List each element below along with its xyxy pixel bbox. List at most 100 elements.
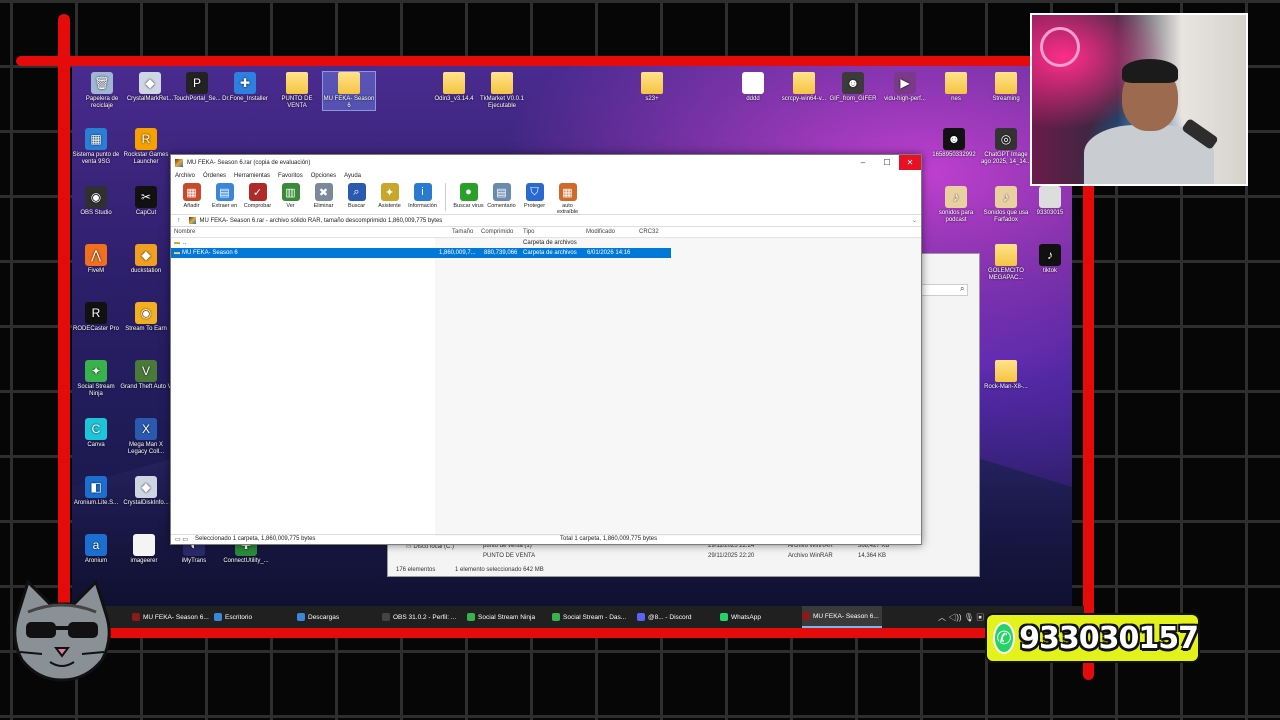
desktop-icon-stream-to-earn[interactable]: ◉ Stream To Earn <box>120 302 172 333</box>
taskbar-item-7[interactable]: WhatsApp <box>720 606 800 628</box>
desktop-icon-punto-de-venta[interactable]: PUNTO DE VENTA <box>271 72 323 110</box>
desktop-icon-1658950332992[interactable]: ☻ 1658950332992 <box>928 128 980 159</box>
toolbar-button-1[interactable]: ▤ Extraer en <box>208 183 241 209</box>
taskbar-item-0[interactable]: MU FEKA- Season 6... <box>132 606 212 628</box>
desktop-icon-s23[interactable]: s23+ <box>626 72 678 103</box>
desktop-icon-tiktok[interactable]: ♪ tiktok <box>1024 244 1072 275</box>
app-icon: ◉ <box>135 302 157 324</box>
column-modified[interactable]: Modificado <box>586 229 615 235</box>
toolbar-button-2[interactable]: ✓ Comprobar <box>241 183 274 209</box>
desktop-icon-touchportal-se[interactable]: P TouchPortal_Se... <box>171 72 223 103</box>
chevron-down-icon[interactable]: ⌄ <box>912 217 917 224</box>
desktop-icon-capcut[interactable]: ✂ CapCut <box>120 186 172 217</box>
toolbar-label: Buscar virus <box>453 203 484 209</box>
column-name[interactable]: Nombre <box>174 229 195 235</box>
list-item[interactable]: ▬ .. Carpeta de archivos <box>171 238 921 248</box>
desktop-icon-label: 1658950332992 <box>932 152 976 158</box>
toolbar-button-11[interactable]: ▦ auto extraíble <box>551 183 584 215</box>
taskbar-item-5[interactable]: Social Stream - Das... <box>552 606 632 628</box>
desktop-icon-tkmarket-v0-0-1-ejecutable[interactable]: TkMarket V0.0.1 Ejecutable <box>476 72 528 110</box>
toolbar-button-4[interactable]: ✖ Eliminar <box>307 183 340 209</box>
desktop-icon-rodecaster-pro[interactable]: R RODECaster Pro <box>72 302 122 333</box>
desktop-icon-papelera-de-reciclaje[interactable]: 🗑 Papelera de reciclaje <box>76 72 128 110</box>
toolbar-button-7[interactable]: i Información <box>406 183 439 209</box>
menu-item-3[interactable]: Favoritos <box>278 173 303 179</box>
menu-item-2[interactable]: Herramientas <box>234 173 270 179</box>
desktop-icon-imageerer[interactable]: imageerer <box>118 534 170 565</box>
desktop-icon-chatgpt-image-ago-2025-14-14[interactable]: ◎ ChatGPT Image ago 2025, 14_14... <box>980 128 1032 166</box>
toolbar-button-9[interactable]: ▤ Comentario <box>485 183 518 209</box>
menu-item-5[interactable]: Ayuda <box>344 173 361 179</box>
toolbar-label: Buscar <box>347 203 366 209</box>
desktop-icon-rock-man-x8[interactable]: Rock-Man-X8-... <box>980 360 1032 391</box>
toolbar-label: Extraer en <box>211 203 238 209</box>
menu-item-1[interactable]: Órdenes <box>203 173 226 179</box>
desktop-icon-label: s23+ <box>645 96 659 102</box>
toolbar-button-5[interactable]: ⌕ Buscar <box>340 183 373 209</box>
desktop-icon-obs-studio[interactable]: ◉ OBS Studio <box>72 186 122 217</box>
desktop-icon-canva[interactable]: C Canva <box>72 418 122 449</box>
desktop-icon-label: tiktok <box>1042 268 1057 274</box>
desktop-icon-crystalmarkret[interactable]: ◆ CrystalMarkRet... <box>124 72 176 103</box>
menu-item-4[interactable]: Opciones <box>311 173 336 179</box>
desktop-icon-gif-from-gifer[interactable]: ☻ GIF_from_GIFER <box>827 72 879 103</box>
desktop-icon-label: CapCut <box>135 210 157 216</box>
desktop-icon-sistema-punto-de-venta-9sg[interactable]: ▦ Sistema punto de venta 9SG <box>72 128 122 166</box>
close-button[interactable]: ✕ <box>899 155 921 170</box>
taskbar-item-4[interactable]: Social Stream Ninja <box>467 606 547 628</box>
maximize-button[interactable]: ☐ <box>875 155 899 170</box>
desktop-icon-streaming[interactable]: Streaming <box>980 72 1032 103</box>
toolbar-separator <box>445 183 446 211</box>
taskbar-item-6[interactable]: @8... - Discord <box>637 606 717 628</box>
taskbar-item-3[interactable]: OBS 31.0.2 - Perfil: ... <box>382 606 462 628</box>
desktop-icon-mu-feka-season-6[interactable]: MU FEKA- Season 6 <box>322 71 376 111</box>
app-icon: R <box>85 302 107 324</box>
list-item-selected[interactable]: ▬ MU FEKA- Season 6 1,860,009,7... 880,7… <box>171 248 671 258</box>
toolbar-button-6[interactable]: ✦ Asistente <box>373 183 406 209</box>
desktop-icon-fivem[interactable]: ⋀ FiveM <box>72 244 122 275</box>
desktop-icon-scrcpy-win64-v[interactable]: scrcpy-win64-v... <box>778 72 830 103</box>
desktop-icon-vidu-high-perf[interactable]: ▶ vidu-high-perf... <box>879 72 931 103</box>
winrar-window[interactable]: MU FEKA- Season 6.rar (copia de evaluaci… <box>170 154 922 545</box>
desktop-icon-dddd[interactable]: dddd <box>727 72 779 103</box>
path-bar[interactable]: ↑ MU FEKA- Season 6.rar - archivo sólido… <box>171 215 921 227</box>
desktop-icon-label: Papelera de reciclaje <box>85 96 119 109</box>
desktop-icon-sonidos-para-podcast[interactable]: ♪ sonidos para podcast <box>930 186 982 224</box>
table-row[interactable]: PUNTO DE VENTA 29/11/2025 22:20 Archivo … <box>483 553 886 559</box>
desktop-icon-crystaldiskinfo[interactable]: ◆ CrystalDiskInfo... <box>120 476 172 507</box>
column-type[interactable]: Tipo <box>523 229 534 235</box>
frame-bottom <box>60 628 1090 638</box>
taskbar-item-2[interactable]: Descargas <box>297 606 377 628</box>
desktop-icon-dr-fone-installer[interactable]: ✚ Dr.Fone_Installer <box>219 72 271 103</box>
folder-icon <box>491 72 513 94</box>
desktop-icon-label: duckstation <box>130 268 162 274</box>
desktop-icon-grand-theft-auto-v[interactable]: V Grand Theft Auto V <box>120 360 172 391</box>
app-icon: 🗑 <box>91 72 113 94</box>
desktop-icon-mega-man-x-legacy-coll[interactable]: X Mega Man X Legacy Coll... <box>120 418 172 456</box>
toolbar-button-8[interactable]: ● Buscar virus <box>452 183 485 209</box>
desktop-icon-label: TkMarket V0.0.1 Ejecutable <box>479 96 524 109</box>
toolbar-button-10[interactable]: ⛉ Proteger <box>518 183 551 209</box>
menu-item-0[interactable]: Archivo <box>175 173 195 179</box>
toolbar-button-3[interactable]: ▥ Ver <box>274 183 307 209</box>
taskbar-item-8[interactable]: MU FEKA- Season 6... <box>802 606 882 628</box>
desktop-icon-aronium-lite-s[interactable]: ◧ Aronium.Lite.S... <box>72 476 122 507</box>
desktop-icon-aronium[interactable]: a Aronium <box>72 534 122 565</box>
desktop-icon-nes[interactable]: nes <box>930 72 982 103</box>
archive-path: MU FEKA- Season 6.rar - archivo sólido R… <box>199 217 443 224</box>
desktop-icon-93303015[interactable]: 93303015 <box>1024 186 1072 217</box>
winrar-title-bar[interactable]: MU FEKA- Season 6.rar (copia de evaluaci… <box>171 155 921 170</box>
column-size[interactable]: Tamaño <box>452 229 473 235</box>
toolbar-button-0[interactable]: ▦ Añadir <box>175 183 208 209</box>
column-crc[interactable]: CRC32 <box>639 229 659 235</box>
column-packed[interactable]: Comprimido <box>481 229 513 235</box>
desktop-icon-social-stream-ninja[interactable]: ✦ Social Stream Ninja <box>72 360 122 398</box>
desktop-icon-rockstar-games-launcher[interactable]: R Rockstar Games Launcher <box>120 128 172 166</box>
desktop-icon-duckstation[interactable]: ◆ duckstation <box>120 244 172 275</box>
desktop-icon-label: MU FEKA- Season 6 <box>323 96 375 109</box>
minimize-button[interactable]: – <box>851 155 875 170</box>
desktop-icon-odin3-v3-14-4[interactable]: Odin3_v3.14.4 <box>428 72 480 103</box>
toolbar-label: Eliminar <box>313 203 334 209</box>
up-arrow-icon[interactable]: ↑ <box>177 217 181 224</box>
taskbar-item-1[interactable]: Escritorio <box>214 606 294 628</box>
